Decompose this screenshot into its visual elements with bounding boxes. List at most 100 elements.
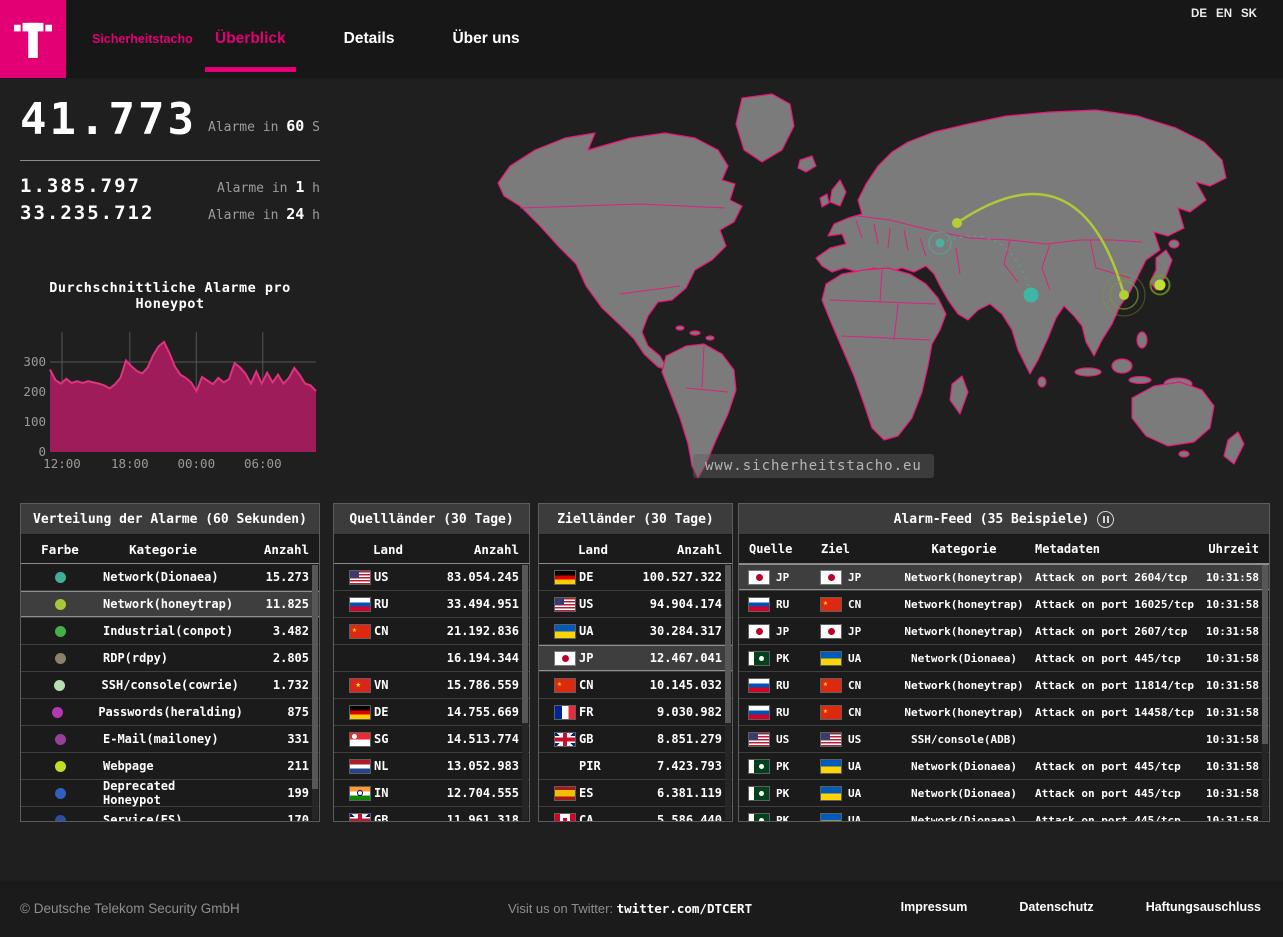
- copyright-text: © Deutsche Telekom Security GmbH: [20, 901, 240, 916]
- stats-column: 41.773 Alarme in 60 S 1.385.797 Alarme i…: [20, 88, 320, 482]
- category-cell: Network(honeytrap): [89, 597, 237, 611]
- country-code-cell: DE: [579, 570, 617, 584]
- metadata-cell: Attack on port 14458/tcp: [1035, 706, 1195, 719]
- scrollbar[interactable]: [725, 565, 731, 820]
- country-code-cell: DE: [374, 705, 412, 719]
- category-cell: Network(Dionaea): [893, 787, 1035, 800]
- category-cell: SSH/console(ADB): [893, 733, 1035, 746]
- source-country-rows: US83.054.245RU33.494.951CN21.192.83616.1…: [334, 564, 529, 822]
- category-cell: RDP(rdpy): [89, 651, 237, 665]
- table-row: RUCNNetwork(honeytrap)Attack on port 118…: [739, 672, 1269, 699]
- scrollbar[interactable]: [522, 565, 528, 820]
- link-haftungsauschluss[interactable]: Haftungsauschluss: [1146, 900, 1261, 914]
- flag-ru-icon: [749, 598, 769, 611]
- top-navbar: Sicherheitstacho Überblick Details Über …: [0, 0, 1283, 78]
- country-code-cell: GB: [374, 813, 412, 822]
- category-color-dot: [55, 572, 66, 583]
- count-cell: 2.805: [237, 651, 309, 665]
- pause-circle-icon[interactable]: [1097, 511, 1114, 528]
- table-row: JP12.467.041: [539, 645, 732, 672]
- country-code-cell: VN: [374, 678, 412, 692]
- flag-cell: [344, 652, 374, 665]
- source-cell: PK: [749, 787, 821, 800]
- color-cell: [31, 707, 84, 718]
- column-header-kategorie: Kategorie: [893, 542, 1035, 556]
- source-cell: RU: [749, 679, 821, 692]
- panel-title: Alarm-Feed (35 Beispiele): [739, 504, 1269, 535]
- panel-alarm-feed: Alarm-Feed (35 Beispiele) Quelle Ziel Ka…: [738, 503, 1270, 822]
- table-row: PKUANetwork(Dionaea)Attack on port 445/t…: [739, 753, 1269, 780]
- color-cell: [31, 761, 89, 772]
- table-row: PIR7.423.793: [539, 753, 732, 780]
- page-footer: © Deutsche Telekom Security GmbH Visit u…: [0, 881, 1283, 937]
- target-cell: CN: [821, 679, 893, 692]
- lang-sk[interactable]: SK: [1241, 8, 1257, 20]
- table-row: CA5.586.440: [539, 807, 732, 822]
- count-cell: 83.054.245: [412, 570, 519, 584]
- flag-cell: [549, 625, 579, 638]
- tab-ueberblick[interactable]: Überblick: [205, 0, 296, 78]
- dot-pakistan-india: [1024, 288, 1039, 303]
- flag-ua-icon: [821, 652, 841, 665]
- category-cell: Network(honeytrap): [893, 571, 1035, 584]
- chart-canvas: 12:0018:0000:0006:000100200300: [20, 326, 320, 478]
- category-cell: Network(honeytrap): [893, 625, 1035, 638]
- metadata-cell: Attack on port 445/tcp: [1035, 814, 1195, 823]
- tab-ueber-uns[interactable]: Über uns: [442, 0, 529, 78]
- flag-us-icon: [821, 733, 841, 746]
- tab-details[interactable]: Details: [334, 0, 405, 78]
- count-cell: 1.732: [239, 678, 309, 692]
- distribution-rows: Network(Dionaea)15.273Network(honeytrap)…: [21, 564, 319, 822]
- source-cell: PK: [749, 652, 821, 665]
- alarm-feed-title: Alarm-Feed (35 Beispiele): [894, 512, 1090, 527]
- scrollbar[interactable]: [1262, 565, 1268, 820]
- flag-cell: [344, 814, 374, 823]
- flag-placeholder: [350, 652, 370, 665]
- telekom-logo[interactable]: [0, 0, 66, 78]
- flag-sg-icon: [350, 733, 370, 746]
- map-watermark: www.sicherheitstacho.eu: [693, 454, 934, 478]
- flag-ru-icon: [749, 679, 769, 692]
- link-datenschutz[interactable]: Datenschutz: [1019, 900, 1093, 914]
- count-cell: 33.494.951: [412, 597, 519, 611]
- flag-cn-icon: [555, 679, 575, 692]
- table-row: E-Mail(mailoney)331: [21, 726, 319, 753]
- table-row: CN10.145.032: [539, 672, 732, 699]
- count-cell: 875: [243, 705, 309, 719]
- country-code-cell: SG: [374, 732, 412, 746]
- honeypot-chart-title: Durchschnittliche Alarme pro Honeypot: [20, 280, 320, 312]
- country-code-cell: CA: [579, 813, 617, 822]
- link-impressum[interactable]: Impressum: [901, 900, 968, 914]
- flag-gb-icon: [555, 733, 575, 746]
- count-cell: 6.381.119: [617, 786, 722, 800]
- table-row: US94.904.174: [539, 591, 732, 618]
- table-row: NL13.052.983: [334, 753, 529, 780]
- table-row: USUSSSH/console(ADB)10:31:58: [739, 726, 1269, 753]
- table-row: DE14.755.669: [334, 699, 529, 726]
- telekom-t-icon: [14, 16, 52, 62]
- table-row: Deprecated Honeypot199: [21, 780, 319, 807]
- alarms-60s-value: 41.773: [20, 96, 197, 144]
- target-cell: CN: [821, 598, 893, 611]
- table-row: UA30.284.317: [539, 618, 732, 645]
- flag-ru-icon: [350, 598, 370, 611]
- sources-header: Land Anzahl: [334, 535, 529, 564]
- svg-text:00:00: 00:00: [177, 456, 215, 471]
- lang-de[interactable]: DE: [1191, 8, 1207, 20]
- flag-cell: [344, 571, 374, 584]
- target-cell: JP: [821, 625, 893, 638]
- table-row: ES6.381.119: [539, 780, 732, 807]
- table-row: RDP(rdpy)2.805: [21, 645, 319, 672]
- lang-en[interactable]: EN: [1216, 8, 1232, 20]
- flag-placeholder: [555, 760, 575, 773]
- metadata-cell: Attack on port 2604/tcp: [1035, 571, 1195, 584]
- metadata-cell: Attack on port 16025/tcp: [1035, 598, 1195, 611]
- column-header-ziel: Ziel: [821, 542, 893, 556]
- flag-vn-icon: [350, 679, 370, 692]
- column-header-anzahl: Anzahl: [237, 542, 309, 557]
- twitter-link[interactable]: twitter.com/DTCERT: [617, 901, 752, 916]
- category-color-dot: [55, 599, 66, 610]
- scrollbar[interactable]: [312, 565, 318, 820]
- flag-cn-icon: [821, 706, 841, 719]
- country-code-cell: FR: [579, 705, 617, 719]
